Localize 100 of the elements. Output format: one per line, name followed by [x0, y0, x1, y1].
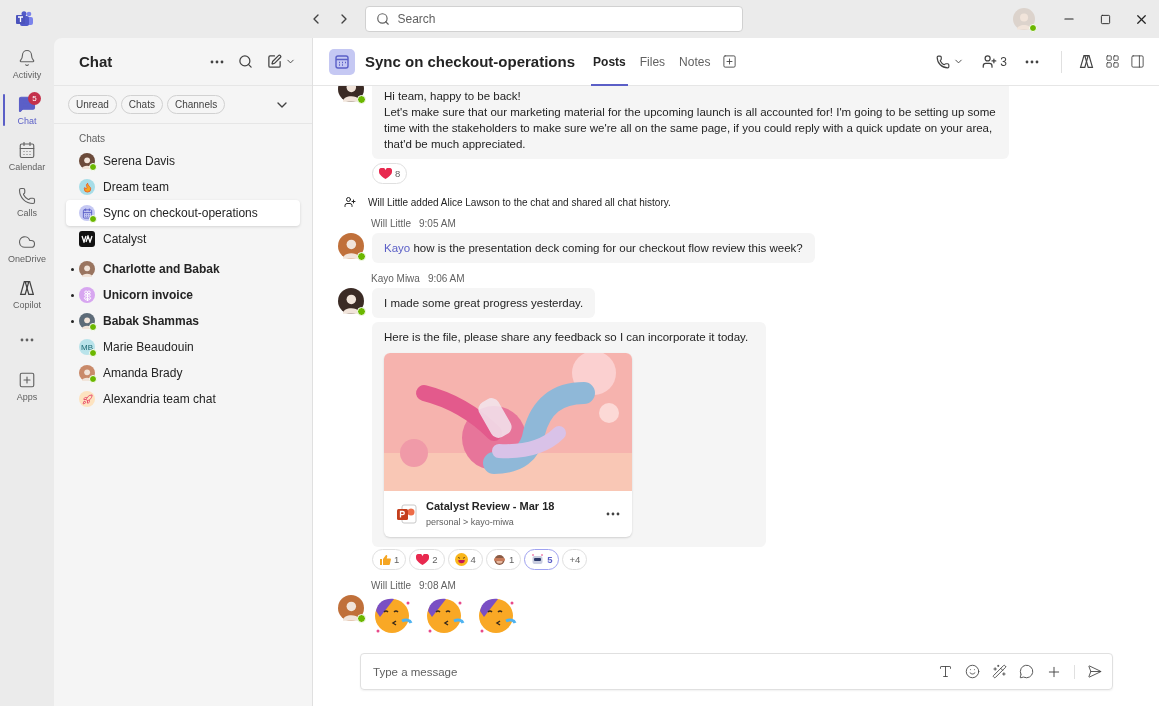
chat-item[interactable]: Catalyst — [66, 226, 300, 252]
chat-name: Marie Beaudouin — [103, 340, 194, 354]
chat-item[interactable]: Unicorn invoice — [66, 282, 300, 308]
calendar-icon — [18, 140, 36, 159]
add-icon — [722, 54, 738, 69]
tab[interactable]: Notes — [677, 37, 713, 86]
chat-name: Amanda Brady — [103, 366, 183, 380]
rail-item[interactable]: Copilot — [0, 272, 54, 316]
rail-item[interactable]: Apps — [0, 364, 54, 408]
chat-name: Catalyst — [103, 232, 147, 246]
chat-item[interactable]: Amanda Brady — [66, 360, 300, 386]
message-text: Kayo how is the presentation deck coming for our checkout flow review this week? — [384, 242, 803, 254]
mention-link[interactable]: Kayo — [384, 242, 411, 254]
avatar-initials: MB — [81, 342, 93, 352]
more-reactions[interactable]: +4 — [562, 549, 588, 570]
more-icon — [20, 338, 34, 342]
chat-name: Alexandria team chat — [103, 392, 216, 406]
message-time: 9:05 AM — [419, 218, 456, 229]
file-card[interactable]: Catalyst Review - Mar 18 personal > kayo-miwa — [384, 353, 632, 537]
presentation-file-icon — [396, 503, 418, 525]
apps-button[interactable] — [1105, 54, 1120, 69]
author-name: Will Little — [371, 218, 411, 229]
chat-item[interactable]: Dream team — [66, 174, 300, 200]
author-name: Kayo Miwa — [371, 273, 420, 284]
calendar-icon — [329, 48, 355, 75]
participants-button[interactable]: 3 — [982, 54, 1007, 69]
more-button[interactable] — [1025, 59, 1039, 64]
notification-badge: 5 — [28, 92, 41, 105]
chat-item[interactable]: Serena Davis — [66, 148, 300, 174]
format-icon[interactable] — [938, 664, 953, 679]
copilot-button[interactable] — [1078, 53, 1095, 70]
file-path: personal > kayo-miwa — [426, 516, 515, 529]
robot-icon — [531, 553, 545, 566]
filter-chip[interactable]: Unread — [68, 95, 117, 114]
laughing-face-icon — [454, 553, 468, 566]
thumbs-up-icon — [379, 553, 391, 566]
more-icon — [210, 59, 224, 64]
compose-icon — [267, 54, 282, 69]
reaction[interactable]: 8 — [372, 163, 408, 184]
phone-icon — [936, 54, 951, 69]
chat-name: Sync on checkout-operations — [103, 206, 258, 220]
message-text: I made some great progress yesterday. — [384, 297, 584, 309]
chat-bubble-icon[interactable] — [1019, 664, 1034, 679]
sparkle-pen-icon[interactable] — [992, 664, 1007, 679]
chat-item[interactable]: Sync on checkout-operations — [66, 200, 300, 226]
chat-name: Dream team — [103, 180, 170, 194]
chat-item[interactable]: MB Marie Beaudouin — [66, 334, 300, 360]
rail-item[interactable]: Calendar — [0, 134, 54, 178]
tab[interactable]: Files — [637, 37, 668, 86]
reaction[interactable]: 1 — [485, 549, 522, 570]
send-icon[interactable] — [1087, 664, 1102, 679]
panel-title: Chat — [79, 53, 114, 70]
chat-item[interactable]: Charlotte and Babak — [66, 256, 300, 282]
search-field[interactable]: Search — [364, 6, 743, 32]
message-text: Hi team, happy to be back! — [384, 89, 522, 104]
chat-name: Serena Davis — [103, 154, 176, 168]
logo-icon — [81, 235, 93, 243]
message-time: 9:08 AM — [419, 580, 456, 591]
chat-name: Babak Shammas — [103, 314, 200, 328]
heart-icon — [379, 167, 392, 180]
chat-item[interactable]: Babak Shammas — [66, 308, 300, 334]
person-add-icon — [982, 54, 998, 69]
event-text: Will Little added Alice Lawson to the chat and shared all chat history. — [368, 196, 671, 208]
heart-icon — [416, 553, 430, 566]
rail-item[interactable]: OneDrive — [0, 226, 54, 270]
rail-item[interactable]: Calls — [0, 180, 54, 224]
filter-chip[interactable]: Chats — [120, 95, 163, 114]
reaction[interactable]: 4 — [447, 549, 483, 570]
message-text: Let's make sure that our marketing material for the upcoming launch is all accounted for! I'm going to be setting up some time with the stakeholders to make sure we're all on the same page, if you could reply with a quick update on your area, that'd be much appreciated. — [384, 105, 997, 152]
side-panel-icon — [1130, 54, 1145, 69]
section-heading: Chats — [78, 132, 107, 146]
rail-item[interactable]: Activity — [0, 42, 54, 86]
more-button[interactable] — [210, 59, 224, 64]
person-icon — [342, 600, 360, 621]
chat-item[interactable]: Alexandria team chat — [66, 386, 300, 412]
message-composer[interactable]: Type a message — [360, 653, 1113, 690]
message-field[interactable]: Type a message — [371, 664, 926, 679]
call-button[interactable] — [936, 54, 965, 69]
chat-title: Sync on checkout-operations — [365, 53, 576, 70]
rail-item[interactable]: Chat 5 — [0, 88, 54, 132]
person-add-icon — [344, 196, 356, 208]
more-button[interactable] — [606, 512, 620, 516]
phone-icon — [18, 186, 36, 205]
reaction[interactable]: 2 — [409, 549, 445, 570]
message-time: 9:06 AM — [427, 273, 465, 284]
search-icon — [375, 12, 390, 26]
more-icon — [606, 512, 620, 516]
search-button[interactable] — [238, 54, 253, 69]
side-panel-button[interactable] — [1130, 54, 1145, 69]
filter-chip[interactable]: Channels — [166, 95, 226, 114]
message-text: Here is the file, please share any feedback so I can incorporate it today. — [384, 331, 749, 343]
presence-dot — [1029, 24, 1037, 32]
person-icon — [1016, 12, 1032, 30]
new-chat-button[interactable] — [267, 54, 296, 69]
search-placeholder: Search — [397, 12, 436, 26]
reaction[interactable]: 5 — [524, 549, 560, 570]
emoji-icon[interactable] — [965, 664, 980, 679]
reaction[interactable]: 1 — [372, 549, 407, 570]
add-tab-button[interactable] — [722, 54, 738, 69]
chat-name: Unicorn invoice — [103, 288, 194, 302]
